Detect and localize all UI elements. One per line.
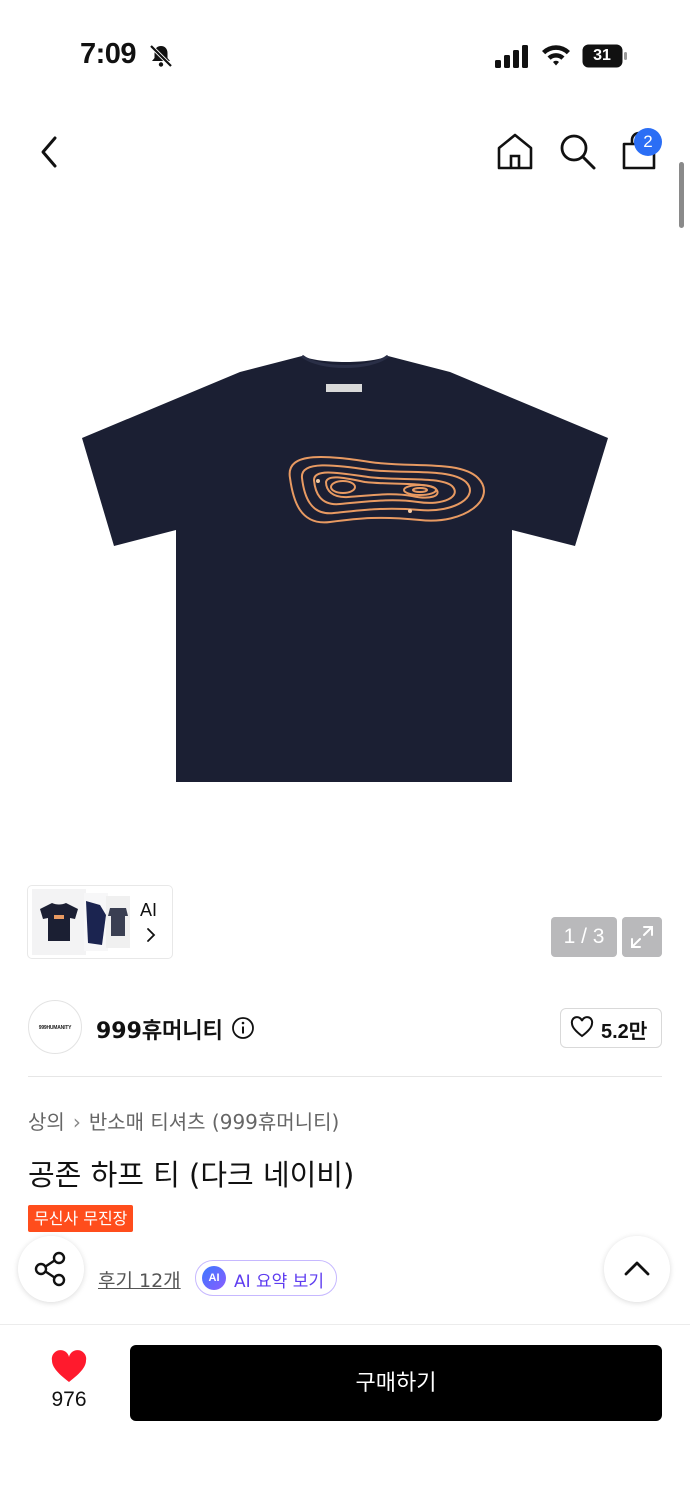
product-image[interactable] xyxy=(80,350,610,790)
cellular-signal-icon xyxy=(495,45,528,68)
bell-muted-icon xyxy=(149,44,173,68)
brand-logo[interactable]: 999HUMANITY xyxy=(28,1000,82,1054)
back-arrow-icon[interactable] xyxy=(30,130,70,174)
expand-icon[interactable] xyxy=(622,917,662,957)
ai-summary-label: AI 요약 보기 xyxy=(234,1272,325,1292)
promo-badge: 무신사 무진장 xyxy=(28,1205,134,1232)
scroll-indicator xyxy=(679,162,684,228)
scroll-to-top-button[interactable] xyxy=(604,1236,670,1302)
brand-like-count[interactable]: 5.2만 xyxy=(601,1015,647,1044)
ai-summary-button[interactable]: AI AI 요약 보기 xyxy=(195,1260,337,1296)
chevron-right-icon[interactable] xyxy=(144,926,158,944)
thumbnail-image[interactable] xyxy=(84,893,108,951)
divider xyxy=(28,1076,662,1077)
thumbnail-image[interactable] xyxy=(106,896,130,948)
breadcrumb-subcategory[interactable]: 반소매 티셔츠 (999휴머니티) xyxy=(89,1106,340,1135)
cart-count-badge: 2 xyxy=(634,128,662,156)
chevron-right-icon: › xyxy=(72,1110,81,1134)
image-page-indicator: 1 / 3 xyxy=(551,917,617,957)
info-icon[interactable] xyxy=(231,1016,255,1040)
status-time: 7:09 xyxy=(80,38,137,70)
home-icon[interactable] xyxy=(494,130,536,172)
breadcrumb-category[interactable]: 상의 xyxy=(28,1106,65,1135)
breadcrumb: 상의 › 반소매 티셔츠 (999휴머니티) xyxy=(28,1106,339,1135)
share-button[interactable] xyxy=(18,1236,84,1302)
status-bar: 7:09 31 xyxy=(0,0,690,110)
wish-count: 976 xyxy=(51,1388,87,1411)
brand-name[interactable]: 999휴머니티 xyxy=(96,1013,223,1045)
product-title: 공존 하프 티 (다크 네이비) xyxy=(28,1158,355,1192)
ai-sparkle-icon: AI xyxy=(202,1266,226,1290)
ai-gallery-label[interactable]: AI xyxy=(140,900,157,921)
buy-button[interactable]: 구매하기 xyxy=(130,1345,662,1421)
battery-level: 31 xyxy=(593,47,611,64)
wifi-icon xyxy=(542,45,570,66)
search-icon[interactable] xyxy=(556,130,598,172)
heart-outline-icon[interactable] xyxy=(570,1016,594,1038)
review-count-link[interactable]: 후기 12개 xyxy=(98,1266,181,1293)
heart-filled-icon[interactable] xyxy=(50,1350,88,1384)
thumbnail-image[interactable] xyxy=(32,889,86,955)
